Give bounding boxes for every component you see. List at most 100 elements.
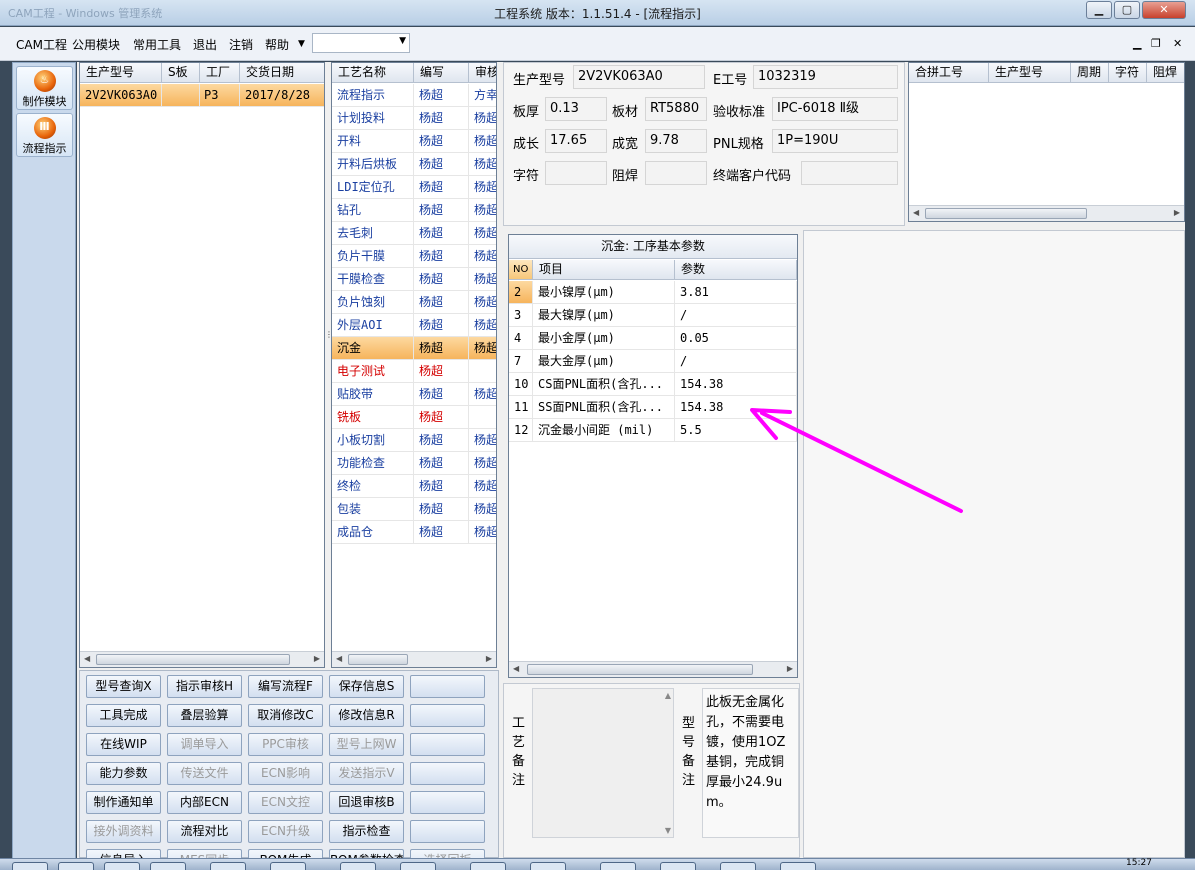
action-button-1-3[interactable]: 修改信息R [329, 704, 404, 727]
action-button-5-4[interactable] [410, 820, 485, 843]
mdi-minimize-icon[interactable]: ▁ [1133, 37, 1141, 50]
orders-header-s[interactable]: S板 [162, 63, 200, 83]
process-hscrollbar[interactable]: ◀ ▶ [332, 651, 496, 667]
action-button-4-0[interactable]: 制作通知单 [86, 791, 161, 814]
action-button-2-3[interactable]: 型号上网W [329, 733, 404, 756]
action-button-3-3[interactable]: 发送指示V [329, 762, 404, 785]
maximize-button[interactable]: ▢ [1114, 1, 1140, 19]
orders-hscrollbar[interactable]: ◀ ▶ [80, 651, 324, 667]
action-button-0-1[interactable]: 指示审核H [167, 675, 242, 698]
process-guide-button[interactable]: Ⅲ 流程指示 [16, 113, 73, 157]
action-button-0-3[interactable]: 保存信息S [329, 675, 404, 698]
merge-header-eno[interactable]: 合拼工号 [909, 63, 989, 83]
merge-header-mask[interactable]: 阻焊 [1147, 63, 1184, 83]
scroll-right-icon[interactable]: ▶ [1174, 208, 1180, 217]
menu-common-tools[interactable]: 常用工具 [133, 36, 181, 53]
eno-field[interactable]: 1032319 [753, 65, 898, 89]
scroll-left-icon[interactable]: ◀ [336, 654, 342, 663]
menu-public-modules[interactable]: 公用模块 [72, 36, 120, 53]
customer-field[interactable] [801, 161, 898, 185]
scroll-thumb[interactable] [527, 664, 753, 675]
taskbar-app-button[interactable] [660, 862, 696, 870]
action-button-2-4[interactable] [410, 733, 485, 756]
menu-logout[interactable]: 注销 [229, 36, 253, 53]
action-button-1-1[interactable]: 叠层验算 [167, 704, 242, 727]
minimize-button[interactable]: ▁ [1086, 1, 1112, 19]
pnl-field[interactable]: 1P=190U [772, 129, 898, 153]
taskbar-app-button[interactable] [150, 862, 186, 870]
scroll-right-icon[interactable]: ▶ [314, 654, 320, 663]
char-field[interactable] [545, 161, 607, 185]
scroll-down-icon[interactable]: ▼ [665, 826, 671, 835]
process-header-name[interactable]: 工艺名称 [332, 63, 414, 83]
merge-hscrollbar[interactable]: ◀ ▶ [909, 205, 1184, 221]
action-button-5-2[interactable]: ECN升级 [248, 820, 323, 843]
orders-header-date[interactable]: 交货日期 [240, 63, 324, 83]
taskbar-app-button[interactable] [780, 862, 816, 870]
taskbar-app-button[interactable] [12, 862, 48, 870]
process-header-author[interactable]: 编写 [414, 63, 469, 83]
action-button-4-3[interactable]: 回退审核B [329, 791, 404, 814]
make-module-button[interactable]: ♨ 制作模块 [16, 66, 73, 110]
orders-header-factory[interactable]: 工厂 [200, 63, 240, 83]
model-remark-textarea[interactable]: 此板无金属化孔，不需要电镀，使用1OZ基铜，完成铜厚最小24.9um。 [702, 688, 799, 838]
action-button-0-2[interactable]: 编写流程F [248, 675, 323, 698]
taskbar-app-button[interactable] [270, 862, 306, 870]
thickness-field[interactable]: 0.13 [545, 97, 607, 121]
menu-cam[interactable]: CAM工程 [16, 36, 67, 53]
action-button-5-0[interactable]: 接外调资料 [86, 820, 161, 843]
scroll-right-icon[interactable]: ▶ [486, 654, 492, 663]
params-hscrollbar[interactable]: ◀ ▶ [509, 661, 797, 677]
menu-exit[interactable]: 退出 [193, 36, 217, 53]
action-button-1-2[interactable]: 取消修改C [248, 704, 323, 727]
scroll-up-icon[interactable]: ▲ [665, 691, 671, 700]
menu-help[interactable]: 帮助 [265, 36, 289, 53]
taskbar-app-button[interactable] [470, 862, 506, 870]
params-header-no[interactable]: NO [509, 260, 533, 280]
taskbar-app-button[interactable] [400, 862, 436, 870]
params-header-item[interactable]: 项目 [533, 260, 675, 280]
scroll-thumb[interactable] [348, 654, 408, 665]
scroll-left-icon[interactable]: ◀ [84, 654, 90, 663]
action-button-0-0[interactable]: 型号查询X [86, 675, 161, 698]
action-button-3-0[interactable]: 能力参数 [86, 762, 161, 785]
action-button-2-0[interactable]: 在线WIP [86, 733, 161, 756]
taskbar-app-button[interactable] [530, 862, 566, 870]
scroll-right-icon[interactable]: ▶ [787, 664, 793, 673]
scroll-left-icon[interactable]: ◀ [913, 208, 919, 217]
close-button[interactable]: ✕ [1142, 1, 1186, 19]
taskbar-app-button[interactable] [720, 862, 756, 870]
action-button-3-2[interactable]: ECN影响 [248, 762, 323, 785]
action-button-4-1[interactable]: 内部ECN [167, 791, 242, 814]
mdi-restore-icon[interactable]: ❐ [1151, 37, 1161, 50]
mdi-close-icon[interactable]: ✕ [1173, 37, 1182, 50]
taskbar-app-button[interactable] [340, 862, 376, 870]
scroll-left-icon[interactable]: ◀ [513, 664, 519, 673]
standard-field[interactable]: IPC-6018 Ⅱ级 [772, 97, 898, 121]
mask-field[interactable] [645, 161, 707, 185]
action-button-1-4[interactable] [410, 704, 485, 727]
params-header-value[interactable]: 参数 [675, 260, 797, 280]
action-button-0-4[interactable] [410, 675, 485, 698]
action-button-4-2[interactable]: ECN文控 [248, 791, 323, 814]
width-field[interactable]: 9.78 [645, 129, 707, 153]
taskbar-app-button[interactable] [600, 862, 636, 870]
action-button-4-4[interactable] [410, 791, 485, 814]
length-field[interactable]: 17.65 [545, 129, 607, 153]
model-field[interactable]: 2V2VK063A0 [573, 65, 705, 89]
process-remark-textarea[interactable]: ▲ ▼ [532, 688, 674, 838]
action-button-3-4[interactable] [410, 762, 485, 785]
merge-header-cycle[interactable]: 周期 [1071, 63, 1109, 83]
menu-overflow-icon[interactable]: ▼ [298, 39, 305, 49]
action-button-2-2[interactable]: PPC审核 [248, 733, 323, 756]
action-button-5-1[interactable]: 流程对比 [167, 820, 242, 843]
action-button-2-1[interactable]: 调单导入 [167, 733, 242, 756]
merge-header-char[interactable]: 字符 [1109, 63, 1147, 83]
orders-header-model[interactable]: 生产型号 [80, 63, 162, 83]
taskbar-app-button[interactable] [104, 862, 140, 870]
taskbar-app-button[interactable] [58, 862, 94, 870]
process-header-reviewer[interactable]: 审核 [469, 63, 496, 83]
material-field[interactable]: RT5880 [645, 97, 707, 121]
action-button-3-1[interactable]: 传送文件 [167, 762, 242, 785]
action-button-5-3[interactable]: 指示检查 [329, 820, 404, 843]
